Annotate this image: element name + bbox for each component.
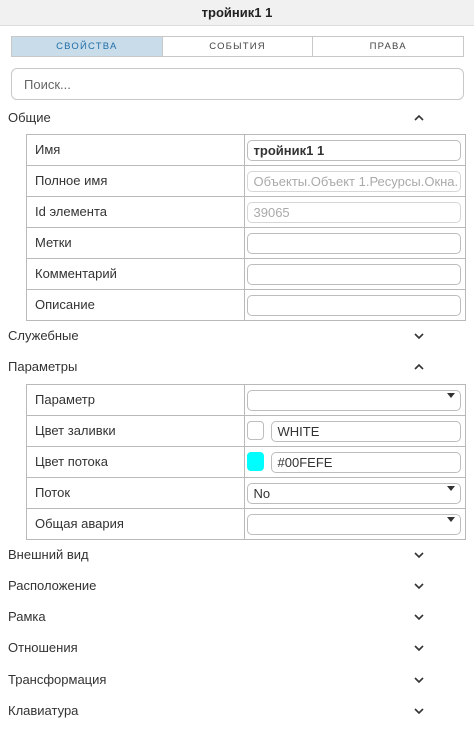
- section-frame-header[interactable]: Рамка: [0, 605, 474, 629]
- element-id-field: 39065: [246, 202, 461, 223]
- chevron-down-icon: [414, 614, 424, 621]
- section-relations-label: Отношения: [8, 640, 78, 655]
- property-row-fill-color: Цвет заливки WHITE: [27, 416, 466, 447]
- section-position-header[interactable]: Расположение: [0, 574, 474, 598]
- section-transform-header[interactable]: Трансформация: [0, 668, 474, 692]
- property-label: Цвет заливки: [27, 416, 245, 446]
- section-keyboard-label: Клавиатура: [8, 703, 79, 718]
- section-appearance-header[interactable]: Внешний вид: [0, 543, 474, 567]
- description-field[interactable]: [246, 295, 461, 316]
- property-label: Id элемента: [27, 197, 245, 227]
- property-label: Полное имя: [27, 166, 245, 196]
- section-params-header[interactable]: Параметры: [0, 355, 474, 379]
- property-label: Поток: [27, 478, 245, 508]
- chevron-down-icon: [414, 677, 424, 684]
- chevron-down-icon: [414, 583, 424, 590]
- section-keyboard-header[interactable]: Клавиатура: [0, 699, 474, 723]
- tab-bar: СВОЙСТВА СОБЫТИЯ ПРАВА: [11, 36, 464, 57]
- dropdown-arrow-icon: [447, 393, 455, 398]
- tab-events[interactable]: СОБЫТИЯ: [163, 37, 314, 56]
- property-row-general-alarm: Общая авария: [27, 509, 466, 540]
- tags-field[interactable]: [246, 233, 461, 254]
- property-label: Имя: [27, 135, 245, 165]
- property-row-name: Имя тройник1 1: [27, 135, 466, 166]
- section-transform-label: Трансформация: [8, 672, 107, 687]
- property-row-parameter: Параметр: [27, 385, 466, 416]
- property-row-description: Описание: [27, 290, 466, 321]
- general-properties-grid: Имя тройник1 1 Полное имя Объекты.Объект…: [26, 134, 466, 321]
- flow-color-field[interactable]: #00FEFE: [270, 452, 461, 473]
- section-frame-label: Рамка: [8, 609, 46, 624]
- chevron-down-icon: [414, 333, 424, 340]
- full-name-field: Объекты.Объект 1.Ресурсы.Окна.: [246, 171, 461, 192]
- chevron-up-icon: [414, 114, 424, 121]
- general-alarm-select[interactable]: [246, 514, 461, 535]
- chevron-up-icon: [414, 363, 424, 370]
- property-row-full-name: Полное имя Объекты.Объект 1.Ресурсы.Окна…: [27, 166, 466, 197]
- dropdown-arrow-icon: [447, 517, 455, 522]
- flow-color-swatch[interactable]: [246, 452, 264, 471]
- section-service-label: Служебные: [8, 328, 79, 343]
- property-row-tags: Метки: [27, 228, 466, 259]
- tab-rights[interactable]: ПРАВА: [313, 37, 463, 56]
- dropdown-arrow-icon: [447, 486, 455, 491]
- chevron-down-icon: [414, 645, 424, 652]
- property-label: Параметр: [27, 385, 245, 415]
- property-row-flow: Поток No: [27, 478, 466, 509]
- params-properties-grid: Параметр Цвет заливки WHITE Цвет потока …: [26, 384, 466, 540]
- property-row-flow-color: Цвет потока #00FEFE: [27, 447, 466, 478]
- property-row-element-id: Id элемента 39065: [27, 197, 466, 228]
- section-general-label: Общие: [8, 110, 51, 125]
- section-position-label: Расположение: [8, 578, 97, 593]
- chevron-down-icon: [414, 708, 424, 715]
- section-relations-header[interactable]: Отношения: [0, 636, 474, 660]
- fill-color-swatch[interactable]: [246, 421, 264, 440]
- tab-properties[interactable]: СВОЙСТВА: [12, 37, 163, 56]
- panel-title: тройник1 1: [0, 0, 474, 26]
- property-label: Метки: [27, 228, 245, 258]
- property-label: Комментарий: [27, 259, 245, 289]
- property-label: Описание: [27, 290, 245, 320]
- section-service-header[interactable]: Служебные: [0, 324, 474, 348]
- section-general-header[interactable]: Общие: [0, 106, 474, 130]
- fill-color-field[interactable]: WHITE: [270, 421, 461, 442]
- parameter-select[interactable]: [246, 390, 461, 411]
- name-field[interactable]: тройник1 1: [246, 140, 461, 161]
- section-params-label: Параметры: [8, 359, 78, 374]
- property-row-comment: Комментарий: [27, 259, 466, 290]
- property-label: Общая авария: [27, 509, 245, 539]
- property-label: Цвет потока: [27, 447, 245, 477]
- chevron-down-icon: [414, 552, 424, 559]
- flow-select[interactable]: No: [246, 483, 461, 504]
- search-input[interactable]: [11, 68, 464, 100]
- section-appearance-label: Внешний вид: [8, 547, 89, 562]
- comment-field[interactable]: [246, 264, 461, 285]
